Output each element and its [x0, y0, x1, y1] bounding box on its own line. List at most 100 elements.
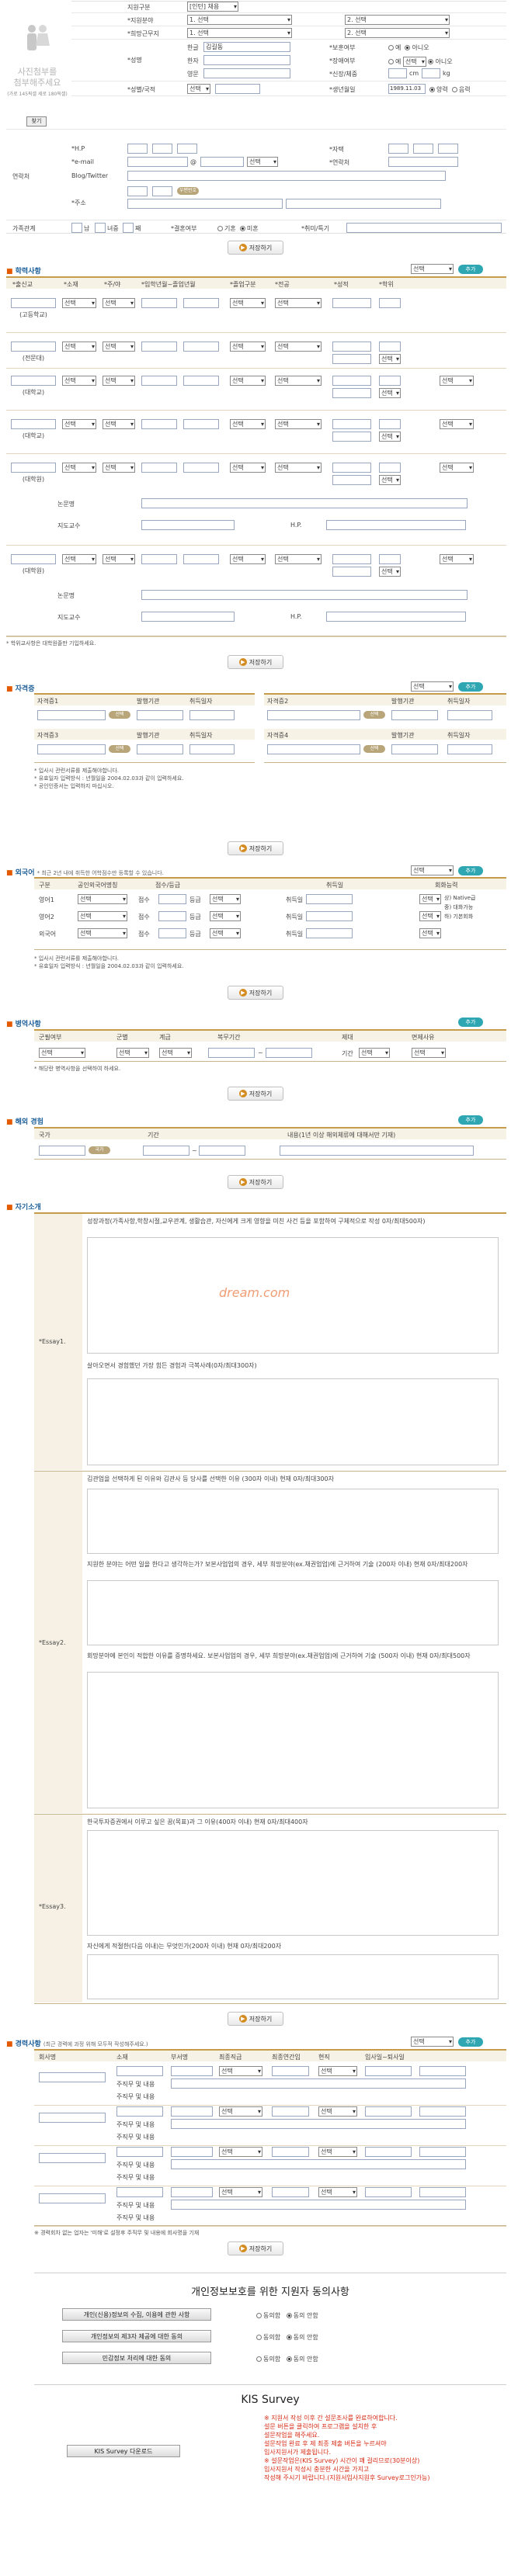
mil-branch-select[interactable]: 선택 [116, 1048, 149, 1058]
daynight-select[interactable]: 선택 [103, 376, 135, 386]
thesis-input[interactable] [141, 590, 468, 600]
veteran-yes[interactable]: 예 [395, 44, 401, 51]
marriage-yes[interactable]: 기혼 [224, 225, 236, 232]
career-location-input[interactable] [116, 2066, 163, 2076]
privacy-options[interactable]: 동의함 동의 안함 [256, 2333, 318, 2342]
major-input-2[interactable] [332, 354, 371, 364]
privacy-disagree[interactable]: 동의 안함 [294, 2356, 318, 2363]
advisor-input[interactable] [141, 612, 235, 622]
location-select[interactable]: 선택 [62, 298, 96, 308]
major-input-2[interactable] [332, 567, 371, 577]
career-company-input[interactable] [39, 2153, 106, 2163]
grad-date-input[interactable] [183, 419, 219, 429]
major-select[interactable]: 선택 [275, 554, 322, 564]
career-current-select[interactable]: 선택 [318, 2147, 357, 2157]
lang-add-select[interactable]: 선택 [411, 865, 454, 875]
zip-search-button[interactable]: 우편번호 [177, 187, 199, 195]
address-input-1[interactable] [127, 199, 283, 209]
advisor-hp-input[interactable] [326, 612, 466, 622]
career-end-input[interactable] [419, 2066, 466, 2076]
grad-date-input[interactable] [183, 554, 219, 564]
lang-score-input[interactable] [158, 911, 186, 921]
cert-add-button[interactable]: 추가 [458, 682, 483, 692]
career-dept-input[interactable] [171, 2187, 213, 2197]
cert-search-button[interactable]: 선택 [109, 711, 130, 719]
abroad-add-button[interactable]: 추가 [458, 1115, 483, 1125]
admit-date-input[interactable] [141, 342, 177, 352]
grad-type-select[interactable]: 선택 [230, 342, 266, 352]
veteran-options[interactable]: 예 아니오 [388, 43, 429, 52]
cert-search-button[interactable]: 선택 [109, 745, 130, 753]
location-select[interactable]: 선택 [62, 376, 96, 386]
cert-issuer-input[interactable] [391, 710, 438, 720]
lang-speak-select[interactable]: 선택 [419, 928, 441, 938]
gpa-input[interactable] [379, 463, 401, 473]
gpa-input[interactable] [379, 554, 401, 564]
marriage-options[interactable]: 기혼 미혼 [217, 224, 259, 233]
gpa-input[interactable] [379, 419, 401, 429]
email-id-input[interactable] [127, 157, 188, 167]
career-start-input[interactable] [365, 2147, 412, 2157]
major-input[interactable] [332, 342, 371, 352]
privacy-disagree[interactable]: 동의 안함 [294, 2312, 318, 2319]
privacy-disagree[interactable]: 동의 안함 [294, 2334, 318, 2341]
career-dept-input[interactable] [171, 2106, 213, 2117]
abroad-country-input[interactable] [39, 1146, 85, 1156]
lang-date-input[interactable] [306, 911, 353, 921]
career-location-input[interactable] [116, 2147, 163, 2157]
email-domain-select[interactable]: 선택 [247, 157, 278, 167]
save-button-lang[interactable]: ▶ 저장하기 [228, 986, 283, 1000]
degree-select[interactable]: 선택 [440, 376, 474, 386]
career-current-select[interactable]: 선택 [318, 2187, 357, 2197]
career-current-select[interactable]: 선택 [318, 2106, 357, 2117]
lang-speak-select[interactable]: 선택 [419, 894, 441, 904]
school-name-input[interactable] [11, 298, 56, 308]
save-button-career[interactable]: ▶ 저장하기 [228, 2241, 283, 2255]
save-button-essay[interactable]: ▶ 저장하기 [228, 2012, 283, 2026]
essay1-a1[interactable] [87, 1237, 499, 1354]
home-tel-input-3[interactable] [438, 144, 458, 154]
admit-date-input[interactable] [141, 463, 177, 473]
hobby-input[interactable] [346, 223, 502, 233]
major-input[interactable] [332, 419, 371, 429]
essay2-a2[interactable] [87, 1580, 499, 1645]
career-location-input[interactable] [116, 2106, 163, 2117]
disability-no[interactable]: 아니오 [435, 58, 452, 65]
lang-test-select[interactable]: 선택 [78, 911, 127, 921]
essay2-a3[interactable] [87, 1672, 499, 1808]
major-input[interactable] [332, 554, 371, 564]
privacy-item-button[interactable]: 개인(신용)정보의 수집, 이용에 관한 사항 [62, 2308, 211, 2321]
kor-name-input[interactable]: 김길동 [203, 42, 290, 52]
grad-date-input[interactable] [183, 463, 219, 473]
daynight-select[interactable]: 선택 [103, 463, 135, 473]
grad-date-input[interactable] [183, 376, 219, 386]
admit-date-input[interactable] [141, 419, 177, 429]
save-button-edu[interactable]: ▶ 저장하기 [228, 655, 283, 669]
survey-download-button[interactable]: KIS Survey 다운로드 [67, 2445, 180, 2457]
location-select[interactable]: 선택 [62, 419, 96, 429]
lang-grade-select[interactable]: 선택 [210, 894, 241, 904]
thesis-input[interactable] [141, 498, 468, 508]
career-rank-select[interactable]: 선택 [219, 2147, 262, 2157]
lang-date-input[interactable] [306, 928, 353, 938]
apply-type-select[interactable]: [인턴] 채용 [187, 2, 238, 12]
save-button-cert[interactable]: ▶ 저장하기 [228, 841, 283, 855]
mil-rank-select[interactable]: 선택 [159, 1048, 192, 1058]
degree-select[interactable]: 선택 [440, 419, 474, 429]
career-duty-input[interactable] [171, 2159, 466, 2169]
veteran-no[interactable]: 아니오 [412, 44, 429, 51]
grad-type-select[interactable]: 선택 [230, 376, 266, 386]
family-dau-input[interactable] [95, 223, 106, 233]
home-tel-input-2[interactable] [413, 144, 433, 154]
gpa-scale-select[interactable]: 선택 [379, 432, 401, 442]
career-company-input[interactable] [39, 2193, 106, 2203]
career-dept-input[interactable] [171, 2066, 213, 2076]
major-input[interactable] [332, 463, 371, 473]
major-select[interactable]: 선택 [275, 419, 322, 429]
admit-date-input[interactable] [141, 376, 177, 386]
privacy-item-button[interactable]: 개인정보의 제3자 제공에 대한 동의 [62, 2330, 211, 2342]
school-name-input[interactable] [11, 419, 56, 429]
location-select[interactable]: 선택 [62, 554, 96, 564]
lang-test-select[interactable]: 선택 [78, 928, 127, 938]
school-name-input[interactable] [11, 463, 56, 473]
